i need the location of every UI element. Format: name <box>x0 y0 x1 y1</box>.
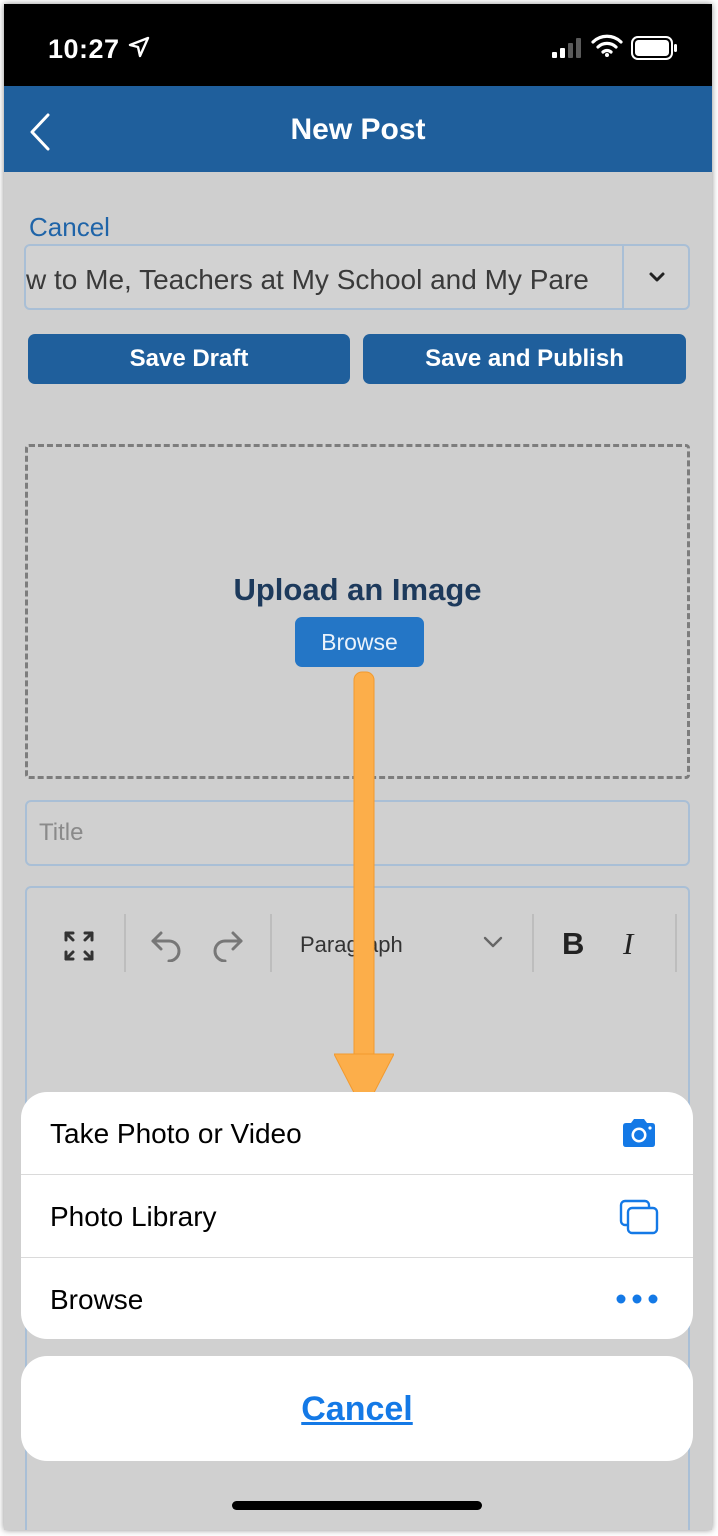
camera-icon <box>623 1119 655 1147</box>
bold-button[interactable]: B <box>562 926 584 962</box>
phone-screen: 10:27 New Post Cancel w to Me, Teachers … <box>4 4 712 1530</box>
photo-library-icon <box>619 1199 659 1235</box>
status-bar: 10:27 <box>4 4 712 86</box>
toolbar-divider <box>675 914 677 972</box>
wifi-icon <box>591 34 623 57</box>
signal-icon <box>552 38 581 58</box>
home-indicator[interactable] <box>232 1501 482 1510</box>
photo-library-option[interactable]: Photo Library <box>21 1174 693 1257</box>
chevron-down-icon[interactable] <box>481 934 505 950</box>
visibility-select[interactable]: w to Me, Teachers at My School and My Pa… <box>24 244 690 310</box>
chevron-down-icon <box>649 272 665 282</box>
undo-icon[interactable] <box>149 928 185 962</box>
option-label: Photo Library <box>50 1201 217 1232</box>
cancel-label: Cancel <box>301 1390 413 1428</box>
action-sheet-cancel-button[interactable]: Cancel <box>21 1356 693 1461</box>
battery-icon <box>631 36 677 60</box>
toolbar-divider <box>270 914 272 972</box>
action-sheet: Take Photo or Video Photo Library Browse <box>21 1092 693 1339</box>
option-label: Browse <box>50 1284 144 1315</box>
toolbar-divider <box>532 914 534 972</box>
more-dots-icon <box>616 1294 658 1304</box>
nav-bar: New Post <box>4 86 712 172</box>
take-photo-option[interactable]: Take Photo or Video <box>21 1092 693 1174</box>
visibility-value: w to Me, Teachers at My School and My Pa… <box>26 264 589 295</box>
italic-button[interactable]: I <box>623 926 633 962</box>
upload-heading: Upload an Image <box>233 572 482 607</box>
save-draft-button[interactable]: Save Draft <box>28 334 350 384</box>
visibility-dropdown-button[interactable] <box>622 246 688 308</box>
browse-button[interactable]: Browse <box>295 617 424 667</box>
fullscreen-icon[interactable] <box>63 930 95 962</box>
save-and-publish-button[interactable]: Save and Publish <box>363 334 686 384</box>
toolbar-divider <box>124 914 126 972</box>
option-label: Take Photo or Video <box>50 1118 302 1149</box>
location-arrow-icon <box>128 36 150 58</box>
cancel-link[interactable]: Cancel <box>29 212 110 243</box>
redo-icon[interactable] <box>209 928 245 962</box>
page-title: New Post <box>290 113 426 146</box>
annotation-arrow <box>334 671 394 1113</box>
status-time: 10:27 <box>48 34 120 64</box>
browse-option[interactable]: Browse <box>21 1257 693 1339</box>
